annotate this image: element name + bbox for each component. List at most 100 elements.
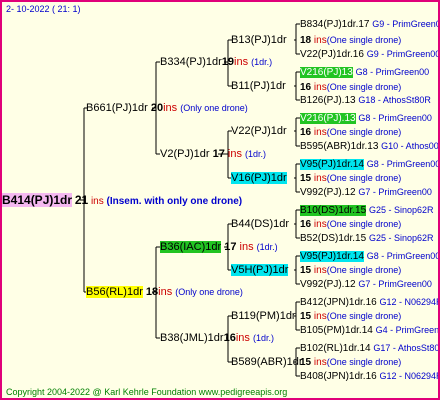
- gen3-name: V5H(PJ)1dr: [231, 264, 289, 276]
- gen2-queen[interactable]: B334(PJ)1dr19ins (1dr.): [160, 55, 272, 69]
- gen4-sire[interactable]: B126(PJ).13 G18 - AthosSt80R: [300, 94, 431, 107]
- gen4-sire-name: V22(PJ)1dr.16: [300, 49, 364, 60]
- gen4-sire[interactable]: V992(PJ).12 G7 - PrimGreen00: [300, 278, 432, 291]
- gen1-ins: ins: [158, 286, 173, 298]
- gen1-ins: ins: [163, 102, 178, 114]
- gen4-note: (One single drone): [326, 357, 402, 367]
- gen4-insem: 16 ins(One single drone): [300, 81, 401, 94]
- gen3-queen[interactable]: B44(DS)1dr: [231, 217, 289, 231]
- gen3-name: V16(PJ)1dr: [231, 172, 287, 184]
- gen4-line: G17 - AthosSt80R: [373, 343, 440, 353]
- gen4-sire-name: V216(PJ)13: [300, 67, 353, 78]
- gen4-sire[interactable]: V95(PJ)1dr.14 G8 - PrimGreen00: [300, 250, 438, 263]
- gen2-num: 16: [223, 332, 236, 344]
- gen3-name: B11(PJ)1dr: [231, 80, 286, 92]
- gen2-name: V2(PJ)1dr: [160, 148, 210, 160]
- gen4-insem: 16 ins(One single drone): [300, 218, 401, 231]
- gen4-insem: 15 ins(One single drone): [300, 264, 401, 277]
- gen4-line: G12 - N06294R: [379, 371, 440, 381]
- gen4-ins: ins: [313, 219, 327, 230]
- gen4-num: 16: [300, 219, 312, 230]
- gen4-line: G9 - PrimGreen00: [366, 49, 440, 59]
- gen2-num: 17: [212, 148, 225, 160]
- gen4-line: G12 - N06294R: [379, 297, 440, 307]
- root-name: B414(PJ)1dr: [2, 193, 73, 207]
- gen4-line: G7 - PrimGreen00: [358, 279, 432, 289]
- gen4-sire[interactable]: B412(JPN)1dr.16 G12 - N06294R: [300, 296, 440, 309]
- gen4-line: G8 - PrimGreen00: [358, 113, 432, 123]
- gen4-sire-name: B595(ABR)1dr.13: [300, 141, 379, 152]
- gen1-name: B661(PJ)1dr: [86, 102, 148, 114]
- gen4-line: G4 - PrimGreen00: [375, 325, 440, 335]
- gen4-note: (One single drone): [326, 35, 402, 45]
- gen3-queen[interactable]: B119(PM)1dr: [231, 309, 296, 323]
- gen4-sire[interactable]: B105(PM)1dr.14 G4 - PrimGreen00: [300, 324, 440, 337]
- gen4-sire-name: B10(DS)1dr.15: [300, 205, 367, 216]
- gen4-insem: 15 ins(One single drone): [300, 310, 401, 323]
- gen4-num: 15: [300, 173, 312, 184]
- gen4-sire-name: B126(PJ).13: [300, 95, 356, 106]
- gen4-insem: 16 ins(One single drone): [300, 126, 401, 139]
- gen4-sire[interactable]: V216(PJ).13 G8 - PrimGreen00: [300, 112, 432, 125]
- gen2-ins: ins: [239, 241, 254, 253]
- gen4-sire[interactable]: B102(RL)1dr.14 G17 - AthosSt80R: [300, 342, 440, 355]
- gen3-queen[interactable]: B11(PJ)1dr: [231, 79, 286, 93]
- gen4-sire[interactable]: V216(PJ)13 G8 - PrimGreen00: [300, 66, 429, 79]
- gen4-insem: 18 ins(One single drone): [300, 34, 401, 47]
- gen4-sire[interactable]: V22(PJ)1dr.16 G9 - PrimGreen00: [300, 48, 440, 61]
- gen4-ins: ins: [313, 82, 327, 93]
- gen4-sire[interactable]: V95(PJ)1dr.14 G8 - PrimGreen00: [300, 158, 440, 171]
- root-queen[interactable]: B414(PJ)1dr 21 ins (Insem. with only one…: [2, 192, 242, 208]
- gen4-sire-name: B408(JPN)1dr.16: [300, 371, 377, 382]
- gen4-num: 16: [300, 82, 312, 93]
- gen2-ins: ins: [235, 332, 250, 344]
- gen1-queen[interactable]: B56(RL)1dr 18ins (Only one drone): [86, 285, 243, 299]
- gen4-note: (One single drone): [326, 82, 402, 92]
- gen4-line: G9 - PrimGreen00: [372, 19, 440, 29]
- gen2-queen[interactable]: B36(IAC)1dr 17 ins (1dr.): [160, 240, 278, 254]
- gen3-queen[interactable]: B589(ABR)1dr: [231, 355, 303, 369]
- gen4-sire-name: V992(PJ).12: [300, 187, 356, 198]
- gen4-ins: ins: [313, 35, 327, 46]
- gen4-sire-name: V992(PJ).12: [300, 279, 356, 290]
- gen2-queen[interactable]: B38(JML)1dr16ins (1dr.): [160, 331, 274, 345]
- gen2-ins: ins: [227, 148, 242, 160]
- gen3-name: V22(PJ)1dr: [231, 125, 287, 137]
- gen4-num: 16: [300, 127, 312, 138]
- gen4-note: (One single drone): [326, 265, 402, 275]
- gen4-sire[interactable]: B408(JPN)1dr.16 G12 - N06294R: [300, 370, 440, 383]
- gen3-queen[interactable]: V22(PJ)1dr: [231, 124, 287, 138]
- gen4-insem: 15 ins(One single drone): [300, 356, 401, 369]
- root-insem-count: 21: [74, 193, 89, 207]
- gen4-sire-name: B834(PJ)1dr.17: [300, 19, 370, 30]
- gen2-note: (1dr.): [251, 57, 273, 67]
- gen4-sire-name: V216(PJ).13: [300, 113, 356, 124]
- gen4-sire[interactable]: B52(DS)1dr.15 G25 - Sinop62R: [300, 232, 433, 245]
- gen4-num: 15: [300, 265, 312, 276]
- gen4-sire[interactable]: B595(ABR)1dr.13 G10 - Athos00R: [300, 140, 438, 153]
- gen4-note: (One single drone): [326, 127, 402, 137]
- gen4-line: G25 - Sinop62R: [368, 205, 434, 215]
- gen4-note: (One single drone): [326, 219, 402, 229]
- gen4-num: 18: [300, 35, 312, 46]
- gen3-name: B13(PJ)1dr: [231, 34, 287, 46]
- gen4-ins: ins: [313, 127, 327, 138]
- gen3-queen[interactable]: B13(PJ)1dr: [231, 33, 287, 47]
- gen4-sire[interactable]: B10(DS)1dr.15 G25 - Sinop62R: [300, 204, 433, 217]
- gen2-note: (1dr.): [256, 242, 278, 252]
- gen2-queen[interactable]: V2(PJ)1dr 17 ins (1dr.): [160, 147, 266, 161]
- gen4-line: G18 - AthosSt80R: [358, 95, 431, 105]
- gen4-line: G25 - Sinop62R: [368, 233, 434, 243]
- gen3-queen[interactable]: V16(PJ)1dr: [231, 171, 287, 185]
- gen2-name: B38(JML)1dr: [160, 332, 224, 344]
- gen4-note: (One single drone): [326, 311, 402, 321]
- gen1-note: (Only one drone): [175, 287, 243, 297]
- gen4-line: G8 - PrimGreen00: [366, 159, 440, 169]
- gen3-name: B44(DS)1dr: [231, 218, 290, 230]
- gen4-sire[interactable]: V992(PJ).12 G7 - PrimGreen00: [300, 186, 432, 199]
- gen4-line: G7 - PrimGreen00: [358, 187, 432, 197]
- gen3-queen[interactable]: V5H(PJ)1dr: [231, 263, 289, 277]
- gen1-queen[interactable]: B661(PJ)1dr 20ins (Only one drone): [86, 101, 248, 115]
- gen4-sire[interactable]: B834(PJ)1dr.17 G9 - PrimGreen00: [300, 18, 440, 31]
- gen2-num: 19: [221, 56, 235, 68]
